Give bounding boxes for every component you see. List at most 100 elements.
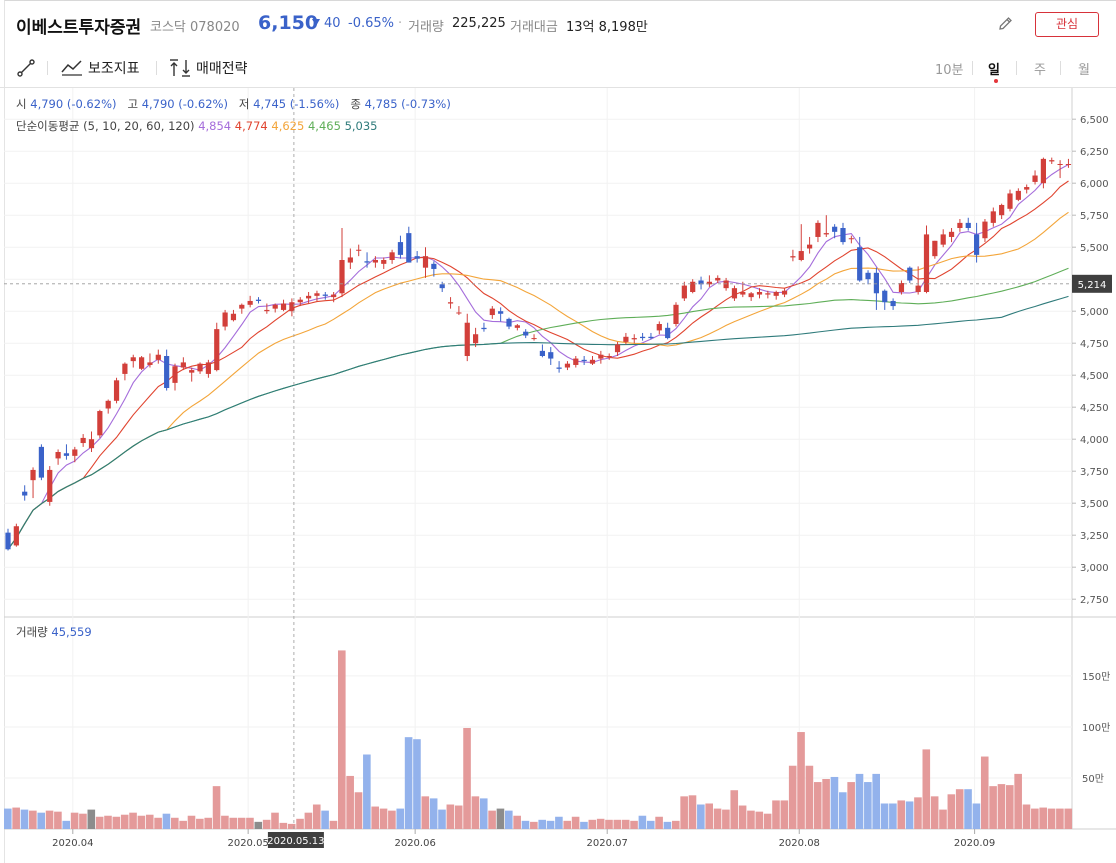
candle-body [47,469,53,502]
volume-bar [471,796,480,829]
volume-bar [287,823,296,829]
price-tick-label: 4,500 [1080,371,1109,382]
candle-body [314,293,320,296]
candle-body [523,331,529,336]
line-draw-icon[interactable] [16,58,36,78]
volume-bar [555,816,563,829]
price-volume-chart[interactable]: 6,5006,2506,0005,7505,5005,2505,0004,750… [0,88,1116,863]
candle-body [189,370,195,373]
volume-bar [179,820,187,829]
candle-body [431,263,437,269]
candle-body [564,363,571,368]
candle-body [940,234,946,245]
volume-bar [1006,785,1014,829]
candle-body [1065,164,1072,165]
volume-bar [329,820,338,829]
volume-bar [797,732,805,829]
candle-body [1049,160,1055,162]
volume-bar [1039,807,1047,829]
pencil-icon[interactable] [996,14,1016,34]
candle-body [222,312,228,327]
volume-bar [237,817,246,829]
volume-bar [930,796,939,829]
candle-body [932,240,938,257]
candle-body [155,354,161,360]
candle-body [957,222,963,228]
candle-body [88,439,95,449]
volume-bar [705,803,713,829]
candle-body [230,313,237,321]
volume-bar [655,816,663,829]
volume-bar [847,782,855,829]
ma-info: 단순이동평균 (5, 10, 20, 60, 120) 4,854 4,774 … [16,118,378,134]
volume-bar [872,773,880,829]
volume-bar [479,798,488,829]
volume-bar [321,810,329,829]
volume-bar [780,800,789,829]
candle-body [339,260,345,294]
volume-bar [905,801,914,829]
volume-bar [563,820,572,829]
price-tick-label: 4,750 [1080,339,1109,350]
candle-body [406,233,412,263]
volume-bar [772,800,780,829]
current-price: 6,150 [258,12,319,34]
volume-bar [171,817,179,829]
period-day[interactable]: 일 [988,59,1000,78]
volume-bar [530,821,538,829]
volume-bar [621,819,630,829]
candle-body [297,299,303,303]
candle-body [756,292,763,295]
volume-bar [521,820,530,829]
ma-line-120 [7,295,1069,550]
candle-body [556,367,562,369]
volume-bar [713,808,722,829]
candle-body [873,272,879,294]
candle-body [1032,175,1038,182]
candle-body [97,411,103,436]
stock-header: 이베스트투자증권 코스닥 078020 6,150 40 -0.65% · 거래… [0,0,1116,48]
volume-bar [413,739,421,829]
volume-bar [338,650,346,829]
candle-body [147,362,153,365]
candle-body [974,234,980,255]
candle-body [514,325,520,328]
price-tick-label: 6,500 [1080,115,1109,126]
candle-body [640,336,646,339]
candle-body [656,324,662,331]
volume-bar [145,814,154,829]
period-week[interactable]: 주 [1034,59,1046,78]
date-tick-label: 2020.09 [954,838,995,849]
strategy-button[interactable]: 매매전략 [168,58,248,78]
volume-bar [571,816,580,829]
volume-bar [421,796,430,829]
volume-bar [363,754,371,829]
candle-body [848,238,854,240]
price-change-pct: -0.65% [348,16,394,31]
indicator-button[interactable]: 보조지표 [60,58,140,78]
favorite-button[interactable]: 관심 [1035,12,1099,37]
volume-bar [45,810,54,829]
candle-body [113,380,120,401]
candle-body [531,338,537,340]
volume-bar [379,808,388,829]
volume-bar [354,792,363,829]
candle-body [30,469,36,481]
price-tick-label: 3,000 [1080,563,1109,574]
period-month[interactable]: 월 [1078,59,1090,78]
candle-body [414,256,420,259]
volume-bar [429,798,438,829]
candle-body [1007,193,1013,209]
volume-bar [29,810,37,829]
candle-body [205,362,211,374]
crosshair-price-label: 5,214 [1078,280,1107,291]
amount-value: 13억 8,198만 [566,20,648,35]
volume-bar [663,821,672,829]
volume-bar [880,803,889,829]
volume-bar [304,812,313,829]
period-10min[interactable]: 10분 [935,59,964,78]
toolbar-divider [47,61,48,75]
toolbar-divider [1060,61,1061,75]
volume-bar [805,765,814,829]
volume-bar [697,804,705,829]
